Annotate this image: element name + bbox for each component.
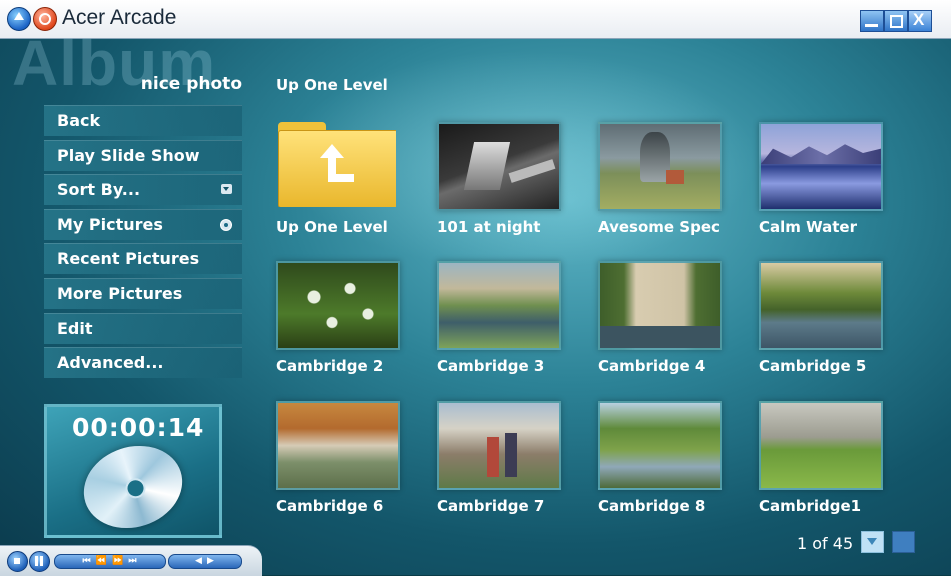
photo-tile[interactable]: Cambridge 5	[759, 261, 883, 375]
skip-controls[interactable]: ⏮ ⏪ ⏩ ⏭	[54, 554, 166, 569]
photo-thumbnail	[276, 261, 400, 350]
menu-item-label: Recent Pictures	[57, 249, 200, 269]
now-playing-panel[interactable]: 00:00:14	[44, 404, 222, 541]
close-button[interactable]	[908, 10, 932, 32]
photo-thumbnail	[598, 122, 722, 211]
menu-item-label: My Pictures	[57, 214, 163, 234]
photo-tile[interactable]: Cambridge 3	[437, 261, 561, 375]
transport-bar: ⏮ ⏪ ⏩ ⏭ ◀ ▶	[0, 545, 262, 576]
tile-caption: Calm Water	[759, 218, 857, 236]
photo-thumbnail	[759, 122, 883, 211]
stop-icon[interactable]	[7, 551, 28, 572]
menu-item-label: More Pictures	[57, 283, 183, 303]
menu-item-recent-pictures[interactable]: Recent Pictures	[44, 243, 242, 275]
menu-item-sort-by[interactable]: Sort By...	[44, 174, 242, 206]
menu-item-edit[interactable]: Edit	[44, 312, 242, 344]
photo-thumbnail	[598, 261, 722, 350]
dropdown-icon	[221, 184, 232, 195]
side-menu: Back Play Slide Show Sort By... My Pictu…	[44, 105, 242, 382]
tile-caption: Cambridge 2	[276, 357, 384, 375]
photo-thumbnail	[759, 401, 883, 490]
menu-item-my-pictures[interactable]: My Pictures	[44, 208, 242, 240]
tile-caption: Cambridge 6	[276, 497, 384, 515]
photo-tile[interactable]: Cambridge1	[759, 401, 883, 515]
photo-tile[interactable]: Calm Water	[759, 122, 883, 236]
album-name: nice photo	[140, 74, 242, 94]
menu-item-label: Back	[57, 111, 101, 130]
photo-thumbnail	[759, 261, 883, 350]
tile-caption: Cambridge 7	[437, 497, 545, 515]
menu-item-label: Advanced...	[57, 353, 164, 373]
photo-tile[interactable]: 101 at night	[437, 122, 561, 236]
volume-controls[interactable]: ◀ ▶	[168, 554, 242, 569]
photo-tile[interactable]: Cambridge 8	[598, 401, 722, 515]
photo-thumbnail	[437, 261, 561, 350]
menu-item-label: Edit	[57, 318, 93, 338]
page-indicator: 1 of 45	[797, 534, 854, 553]
photo-tile[interactable]: Cambridge 6	[276, 401, 400, 515]
minimize-button[interactable]	[860, 10, 884, 32]
tile-caption: Cambridge 3	[437, 357, 545, 375]
pause-icon[interactable]	[29, 551, 50, 572]
tile-caption: Avesome Spec	[598, 218, 720, 236]
photo-thumbnail	[276, 401, 400, 490]
photo-thumbnail	[437, 401, 561, 490]
disc-icon	[73, 433, 193, 541]
tile-caption: 101 at night	[437, 218, 541, 236]
playback-time: 00:00:14	[72, 413, 205, 442]
menu-item-label: Play Slide Show	[57, 145, 200, 165]
tile-caption: Cambridge1	[759, 497, 862, 515]
tile-caption: Cambridge 4	[598, 357, 706, 375]
folder-up-icon	[276, 122, 396, 207]
photo-tile[interactable]: Cambridge 2	[276, 261, 400, 375]
app-window: Acer Arcade Album nice photo Back Play S…	[0, 0, 951, 576]
photo-thumbnail	[598, 401, 722, 490]
radio-selected-icon	[220, 218, 232, 231]
up-one-level-link[interactable]: Up One Level	[276, 76, 388, 94]
photo-tile[interactable]: Avesome Spec	[598, 122, 722, 236]
tile-caption: Up One Level	[276, 218, 388, 236]
menu-item-more-pictures[interactable]: More Pictures	[44, 277, 242, 309]
photo-tile[interactable]: Cambridge 7	[437, 401, 561, 515]
menu-item-back[interactable]: Back	[44, 105, 242, 136]
maximize-button[interactable]	[884, 10, 908, 32]
menu-item-label: Sort By...	[57, 180, 141, 200]
folder-tile-up-one-level[interactable]: Up One Level	[276, 122, 400, 236]
photo-tile[interactable]: Cambridge 4	[598, 261, 722, 375]
tile-caption: Cambridge 8	[598, 497, 706, 515]
menu-item-advanced[interactable]: Advanced...	[44, 347, 242, 379]
tile-caption: Cambridge 5	[759, 357, 867, 375]
menu-item-play-slide-show[interactable]: Play Slide Show	[44, 139, 242, 171]
page-down-button[interactable]	[861, 531, 884, 553]
photo-thumbnail	[437, 122, 561, 211]
page-up-button[interactable]	[892, 531, 915, 553]
